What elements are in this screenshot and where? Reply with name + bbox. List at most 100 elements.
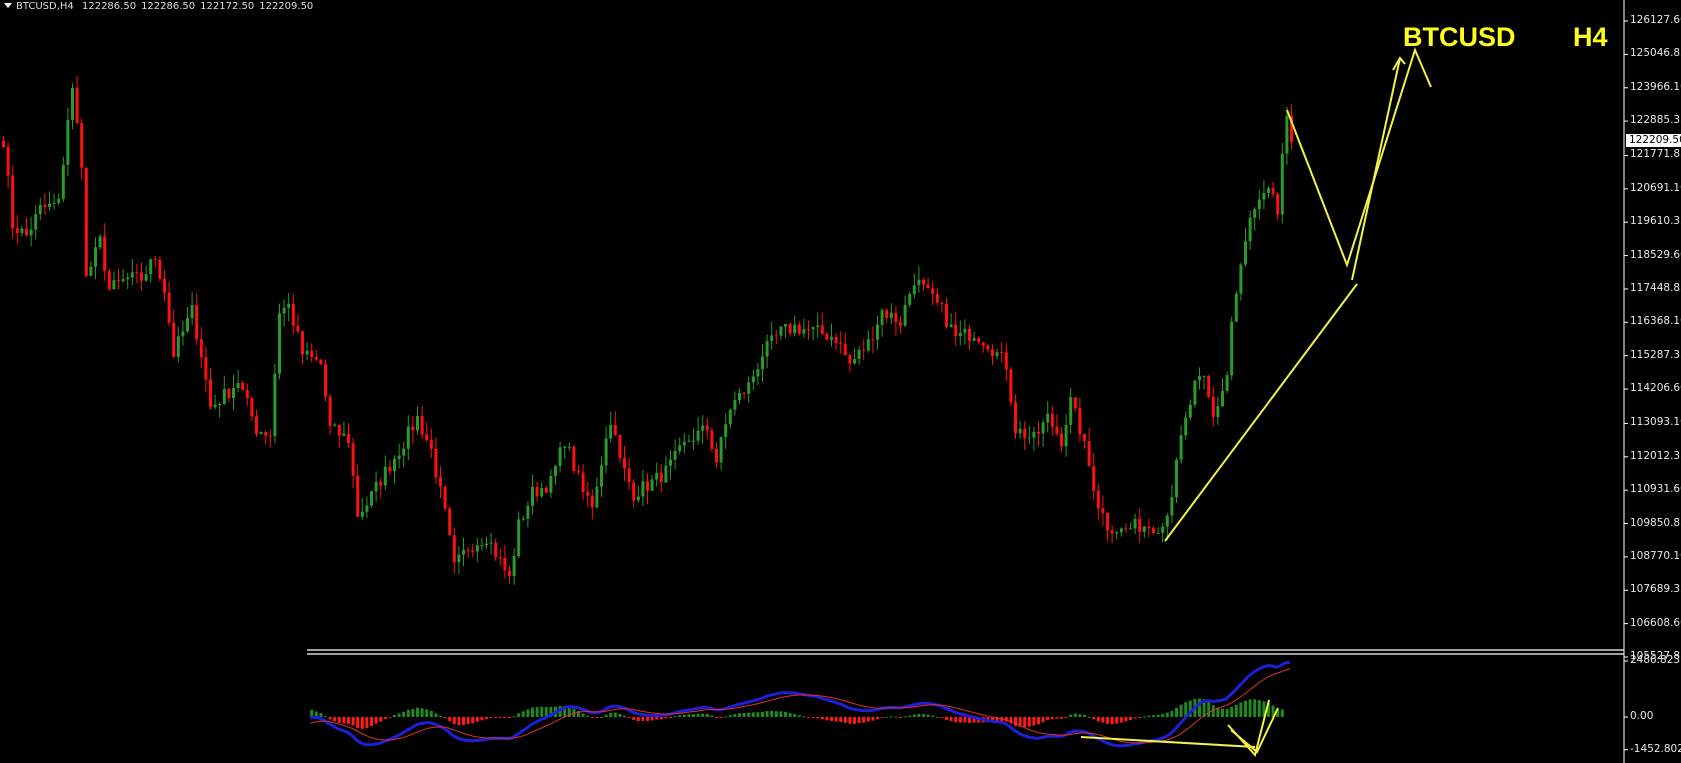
macd-histogram-bar (917, 713, 921, 717)
candle-body (89, 266, 93, 276)
candle-body (365, 505, 369, 512)
candle-body (627, 468, 631, 483)
macd-histogram-bar (379, 717, 383, 722)
macd-histogram-bar (452, 717, 456, 725)
candle-body (558, 447, 562, 466)
candle-body (742, 392, 746, 394)
candle-body (480, 545, 484, 547)
candle-body (590, 495, 594, 508)
macd-histogram-bar (1037, 717, 1040, 725)
macd-histogram-bar (475, 717, 479, 722)
candle-body (1000, 352, 1004, 354)
candle-body (158, 259, 162, 279)
candle-body (931, 288, 935, 294)
candle-body (958, 332, 962, 337)
macd-histogram-bar (742, 713, 746, 717)
macd-histogram-bar (1225, 709, 1229, 717)
macd-histogram-bar (954, 717, 958, 723)
candle-body (788, 324, 792, 334)
candle-body (1179, 435, 1183, 460)
candle-body (977, 337, 981, 343)
macd-histogram-bar (705, 713, 709, 717)
candle-body (678, 445, 682, 452)
price-chart[interactable] (0, 0, 1681, 763)
ohlc-open: 122286.50 (81, 1, 137, 12)
candle-body (1032, 431, 1036, 438)
candle-body (1138, 518, 1142, 532)
candle-body (839, 342, 843, 345)
macd-histogram-bar (1069, 714, 1073, 717)
candle-body (922, 279, 925, 285)
macd-histogram-bar (807, 717, 810, 718)
macd-histogram-bar (770, 710, 774, 717)
price-axis-label: 110931.60 (1630, 483, 1681, 496)
projection-arrow[interactable] (1351, 57, 1401, 281)
macd-histogram-bar (733, 714, 737, 717)
current-price-label: 122209.50 (1626, 134, 1681, 147)
candle-body (25, 228, 28, 236)
candle-body (535, 487, 539, 497)
macd-histogram-bar (710, 715, 714, 717)
macd-histogram-bar (724, 716, 728, 718)
macd-histogram-bar (1257, 699, 1261, 717)
candle-body (830, 337, 833, 340)
candle-body (1202, 375, 1206, 377)
chart-header: BTCUSD,H4 122286.50 122286.50 122172.50 122… (4, 1, 318, 12)
macd-histogram-bar (894, 716, 898, 718)
macd-histogram-bar (935, 716, 939, 718)
macd-histogram-bar (1221, 708, 1224, 717)
candle-body (282, 307, 286, 314)
macd-histogram-bar (701, 713, 705, 717)
dropdown-triangle-icon[interactable] (4, 3, 12, 8)
macd-histogram-bar (1129, 717, 1132, 721)
macd-histogram-bar (1041, 717, 1045, 723)
trendline-support[interactable] (1164, 283, 1358, 542)
candle-body (356, 475, 360, 517)
candle-body (811, 327, 815, 330)
candle-body (57, 198, 61, 203)
candle-body (1119, 528, 1123, 533)
candle-body (986, 345, 990, 350)
candle-body (650, 479, 654, 491)
macd-histogram-bar (889, 716, 893, 718)
macd-histogram-bar (1101, 717, 1105, 723)
candle-body (1046, 413, 1050, 423)
candle-body (236, 382, 240, 388)
candle-body (779, 326, 783, 336)
candle-body (66, 119, 70, 165)
macd-histogram-bar (719, 717, 723, 718)
candle-body (1055, 426, 1059, 434)
macd-histogram-bar (434, 713, 438, 717)
macd-histogram-bar (328, 717, 332, 720)
macd-histogram-bar (908, 715, 912, 717)
candle-body (728, 409, 732, 425)
candle-body (406, 426, 410, 449)
candle-body (917, 279, 921, 286)
candle-body (80, 122, 84, 168)
projection-zigzag[interactable] (1286, 47, 1432, 269)
macd-histogram-bar (521, 711, 525, 717)
candle-body (448, 508, 452, 536)
annotation-lines[interactable] (1080, 47, 1432, 758)
macd-histogram-bar (457, 717, 461, 726)
candle-body (848, 355, 852, 364)
macd-histogram-bar (1179, 704, 1183, 717)
candle-body (75, 87, 79, 123)
macd-axis-label: 0.00 (1630, 710, 1654, 722)
macd-histogram-bar (1083, 715, 1086, 717)
candle-body (149, 259, 153, 275)
candle-body (825, 333, 829, 340)
macd-histogram-bar (411, 708, 415, 717)
price-axis-label: 117448.85 (1630, 281, 1681, 294)
candle-body (209, 379, 212, 408)
candles-layer (2, 75, 1293, 585)
candle-body (1014, 402, 1017, 434)
candle-body (1248, 217, 1252, 242)
macd-histogram-bar (839, 717, 843, 723)
candle-body (669, 459, 672, 466)
macd-histogram-bar (687, 714, 691, 717)
macd-histogram-bar (816, 717, 820, 719)
macd-histogram-bar (347, 717, 350, 724)
macd-histogram-bar (498, 717, 502, 718)
candle-body (259, 432, 263, 434)
